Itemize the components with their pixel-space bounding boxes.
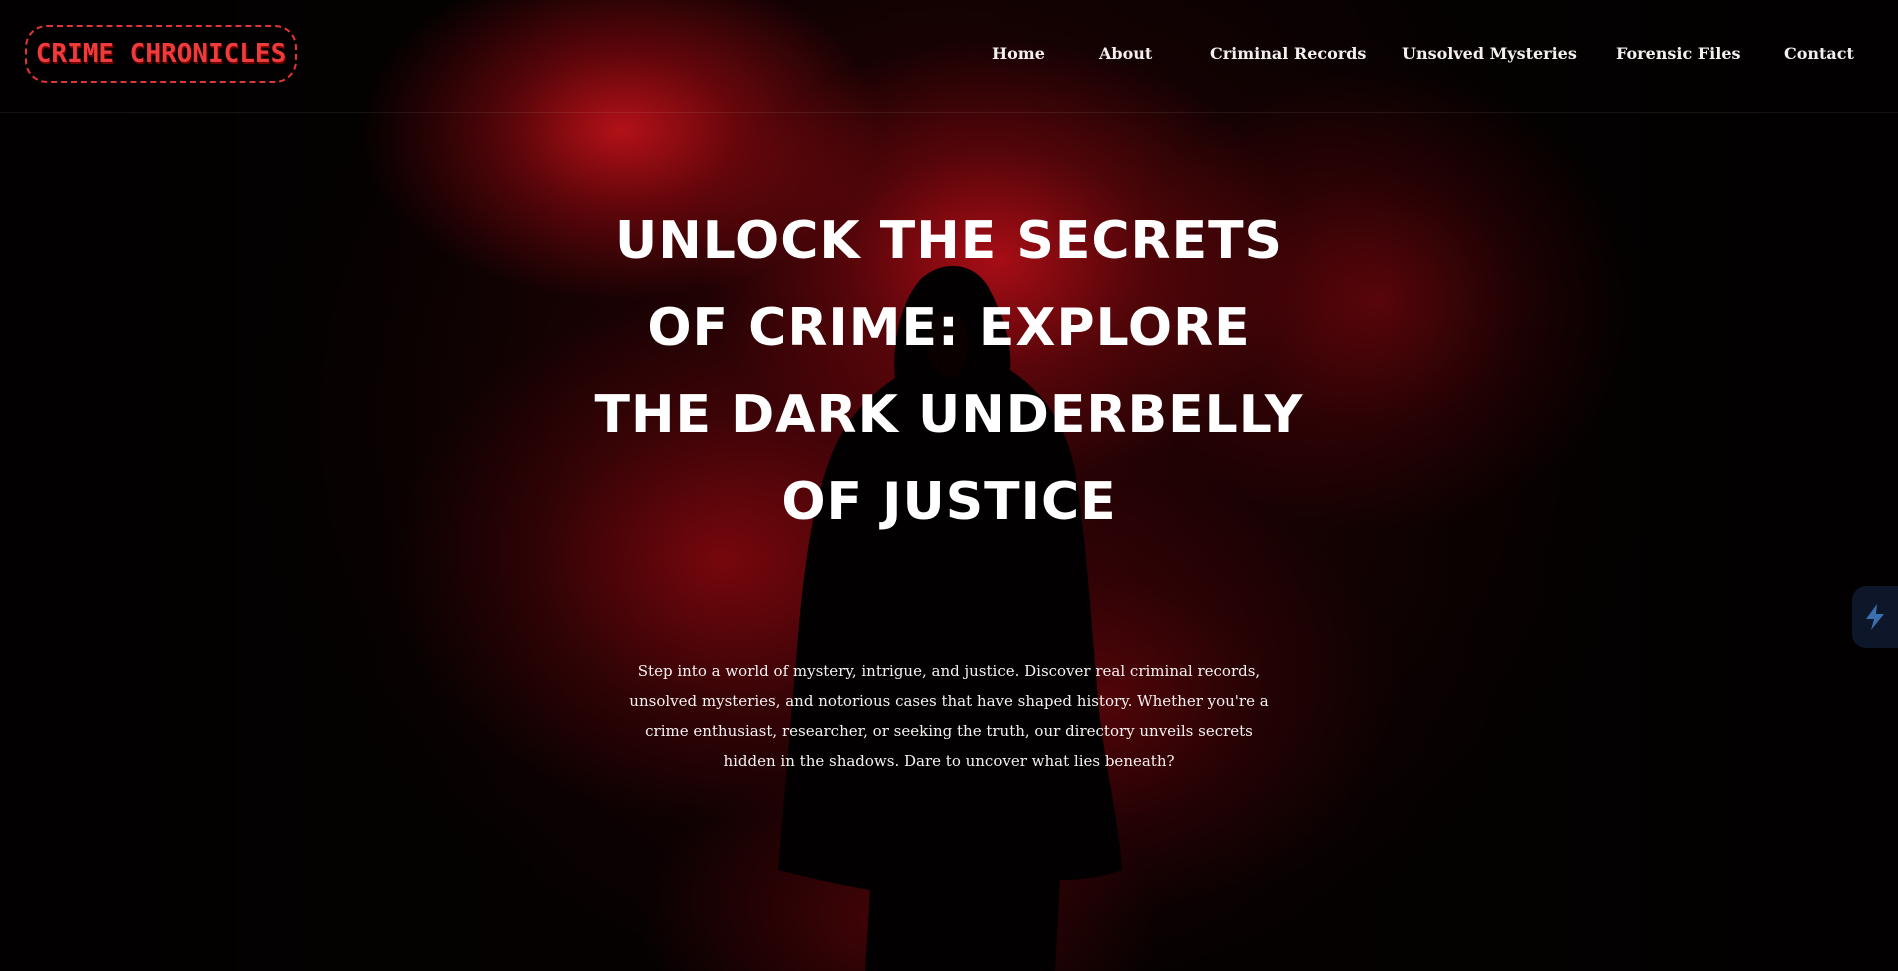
nav-about[interactable]: About xyxy=(1099,44,1152,63)
lightning-icon xyxy=(1866,604,1884,630)
site-header: CRIME CHRONICLES Home About Criminal Rec… xyxy=(0,0,1898,113)
main-nav: Home About Criminal Records Unsolved Mys… xyxy=(0,44,1898,70)
hero-title: UNLOCK THE SECRETS OF CRIME: EXPLORE THE… xyxy=(594,211,1304,532)
nav-contact[interactable]: Contact xyxy=(1784,44,1854,63)
nav-home[interactable]: Home xyxy=(992,44,1045,63)
nav-unsolved-mysteries[interactable]: Unsolved Mysteries xyxy=(1402,44,1577,63)
nav-criminal-records[interactable]: Criminal Records xyxy=(1210,44,1366,63)
page: CRIME CHRONICLES Home About Criminal Rec… xyxy=(0,0,1898,971)
hero-subtitle: Step into a world of mystery, intrigue, … xyxy=(629,662,1269,770)
nav-forensic-files[interactable]: Forensic Files xyxy=(1616,44,1741,63)
floating-side-widget[interactable] xyxy=(1852,586,1898,648)
